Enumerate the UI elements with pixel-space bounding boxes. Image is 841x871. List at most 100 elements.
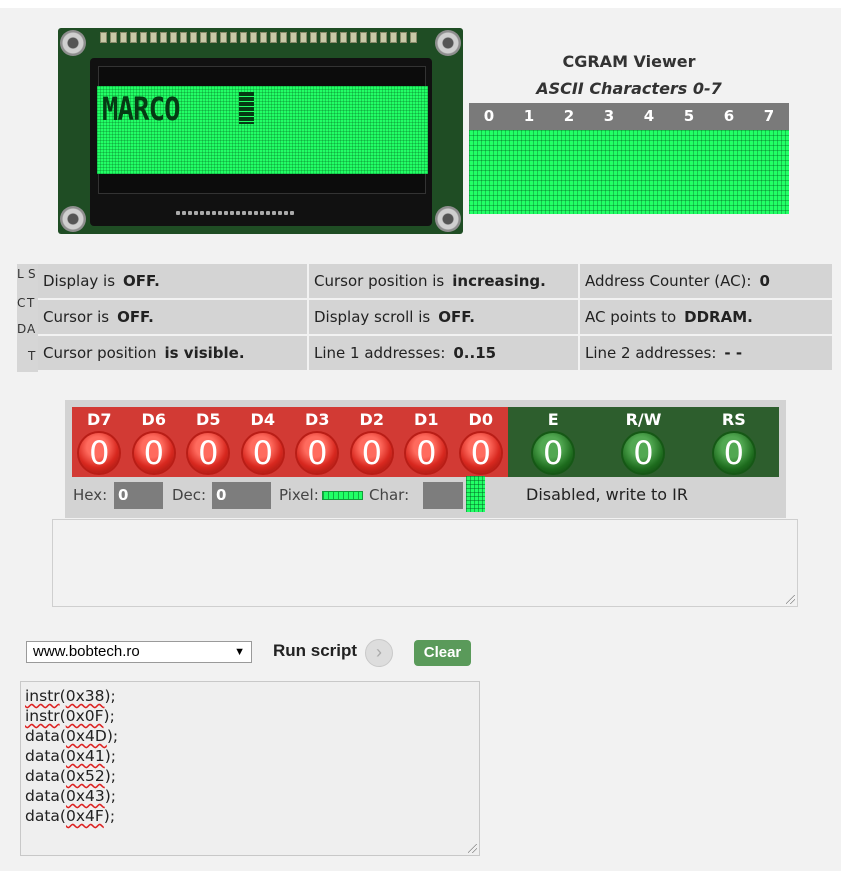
resize-grip-icon[interactable] [468,844,477,853]
side-letter: S [28,267,36,281]
bit-d0: D0 0 [454,407,509,477]
script-line: data(0x43); [25,787,117,805]
bit-d5: D5 0 [181,407,236,477]
pixel-label: Pixel: [279,486,319,504]
bit-label: R/W [625,410,662,429]
bit-toggle-e[interactable]: 0 [533,433,574,473]
pixel-preview [322,491,363,500]
status-cell: Address Counter (AC): 0 [580,264,834,300]
clear-button[interactable]: Clear [414,640,471,666]
script-line: data(0x41); [25,747,117,765]
cgram-col-6: 6 [723,107,735,125]
lcd-line-1: MARCO [102,90,180,128]
bit-label: D6 [141,410,166,429]
cgram-col-4: 4 [643,107,655,125]
bit-toggle-d3[interactable]: 0 [297,433,338,473]
script-line: data(0x52); [25,767,117,785]
site-select-value: www.bobtech.ro [33,643,140,660]
bit-rs: RS 0 [689,407,779,477]
bit-rw: R/W 0 [598,407,688,477]
bit-d1: D1 0 [399,407,454,477]
mount-hole [60,30,86,56]
script-editor[interactable]: instr(0x38); instr(0x0F); data(0x4D); da… [20,681,480,856]
bus-values-row: Hex: 0 Dec: 0 Pixel: Char: Disabled, wri… [65,476,786,512]
cgram-title: CGRAM Viewer [562,52,696,71]
bit-toggle-rs[interactable]: 0 [713,433,754,473]
status-table: Display is OFF. Cursor position is increas… [38,264,834,372]
log-textarea[interactable] [52,519,798,607]
cgram-col-5: 5 [683,107,695,125]
cgram-grid [469,130,789,214]
bottom-pads [176,211,294,215]
hex-value: 0 [114,482,163,509]
bit-label: D2 [359,410,384,429]
bit-label: D7 [87,410,112,429]
bit-label: D5 [196,410,221,429]
status-cell: Cursor is OFF. [38,300,309,336]
rs-status: Disabled, write to IR [526,485,688,504]
script-line: instr(0x0F); [25,707,115,725]
script-line: data(0x4D); [25,727,119,745]
char-label: Char: [369,486,410,504]
status-cell: AC points to DDRAM. [580,300,834,336]
status-cell: Display scroll is OFF. [309,300,580,336]
top-strip [0,0,841,8]
bit-e: E0 [508,407,598,477]
side-letter: T [28,349,36,363]
script-line: instr(0x38); [25,687,116,705]
bit-d4: D4 0 [236,407,291,477]
mount-hole [435,30,461,56]
cgram-col-1: 1 [523,107,535,125]
status-cell: Display is OFF. [38,264,309,300]
dec-label: Dec: [172,486,207,504]
bit-label: D4 [250,410,275,429]
bit-label: D0 [468,410,493,429]
control-bits-group: E0 R/W 0 RS 0 [508,407,779,477]
side-letter: C [17,296,26,310]
bit-d6: D6 0 [127,407,182,477]
lcd-screen: MARCO [97,86,428,174]
side-letter: L [17,267,24,281]
dec-value: 0 [212,482,271,509]
resize-grip-icon[interactable] [786,595,795,604]
lcd-bezel: MARCO [90,58,432,226]
lcd-module: MARCO [58,28,463,234]
char-preview [466,476,485,512]
side-letter: A [27,322,36,336]
bit-toggle-rw[interactable]: 0 [623,433,664,473]
script-line: data(0x4F); [25,807,116,825]
bit-toggle-d7[interactable]: 0 [79,433,120,473]
status-cell: Cursor position is visible. [38,336,309,372]
bit-label: D1 [414,410,439,429]
dropdown-arrow-icon: ▼ [234,646,245,658]
bit-toggle-d5[interactable]: 0 [188,433,229,473]
bit-d2: D2 0 [345,407,400,477]
char-value [423,482,463,509]
bit-label: E [547,410,559,429]
bit-label: RS [721,410,746,429]
status-cell: Cursor position is increasing. [309,264,580,300]
mount-hole [60,206,86,232]
bit-d7: D7 0 [72,407,127,477]
bit-toggle-d4[interactable]: 0 [242,433,283,473]
cgram-col-0: 0 [483,107,495,125]
cgram-header: 0 1 2 3 4 5 6 7 [469,103,789,130]
data-bits-group: D7 0 D6 0 D5 0 D4 0 D3 0 D2 0 D1 0 D0 0 [72,407,508,477]
status-cell: Line 2 addresses: - - [580,336,834,372]
bit-toggle-d0[interactable]: 0 [460,433,501,473]
bit-label: D3 [305,410,330,429]
bus-panel: D7 0 D6 0 D5 0 D4 0 D3 0 D2 0 D1 0 D0 0 E0 R/W 0 … [65,400,786,518]
site-select[interactable]: www.bobtech.ro ▼ [26,641,252,663]
lcd-cursor [239,92,254,124]
cgram-col-3: 3 [603,107,615,125]
hex-label: Hex: [73,486,108,504]
chevron-right-icon: › [376,642,382,662]
mount-hole [435,206,461,232]
bit-toggle-d6[interactable]: 0 [133,433,174,473]
bit-toggle-d2[interactable]: 0 [351,433,392,473]
run-script-label: Run script [273,641,358,660]
status-cell: Line 1 addresses: 0..15 [309,336,580,372]
run-script-button[interactable]: › [365,639,393,667]
cgram-subtitle: ASCII Characters 0-7 [536,79,722,98]
bit-toggle-d1[interactable]: 0 [406,433,447,473]
